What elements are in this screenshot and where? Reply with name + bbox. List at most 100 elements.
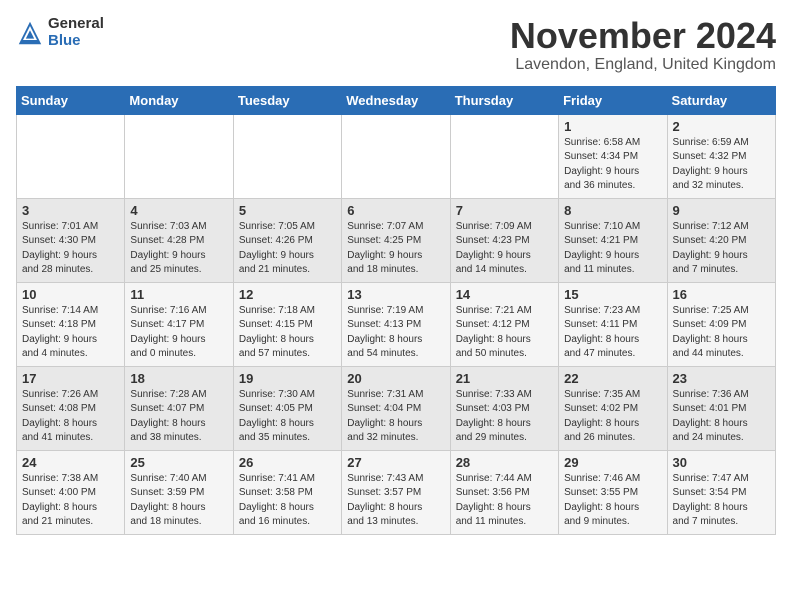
calendar-cell: 5 Sunrise: 7:05 AM Sunset: 4:26 PM Daylig… <box>233 198 341 282</box>
day-info: Sunrise: 7:16 AM Sunset: 4:17 PM Dayligh… <box>130 304 227 362</box>
calendar-table: SundayMondayTuesdayWednesdayThursdayFrid… <box>16 86 776 535</box>
day-info: Sunrise: 7:07 AM Sunset: 4:25 PM Dayligh… <box>347 220 444 278</box>
calendar-cell: 1 Sunrise: 6:58 AM Sunset: 4:34 PM Daylig… <box>559 114 667 198</box>
day-info: Sunrise: 7:44 AM Sunset: 3:56 PM Dayligh… <box>456 472 553 530</box>
calendar-cell: 29Sunrise: 7:46 AM Sunset: 3:55 PM Dayli… <box>559 450 667 534</box>
calendar-week-4: 17 Sunrise: 7:26 AM Sunset: 4:08 PM Dayli… <box>17 366 776 450</box>
day-info: Sunrise: 6:59 AM Sunset: 4:32 PM Dayligh… <box>673 136 770 194</box>
calendar-cell <box>450 114 558 198</box>
header: General Blue November 2024 Lavendon, Eng… <box>16 16 776 74</box>
day-info: Sunrise: 7:31 AM Sunset: 4:04 PM Dayligh… <box>347 388 444 446</box>
calendar-cell: 12Sunrise: 7:18 AM Sunset: 4:15 PM Dayli… <box>233 282 341 366</box>
calendar-cell: 2 Sunrise: 6:59 AM Sunset: 4:32 PM Daylig… <box>667 114 775 198</box>
calendar-week-2: 3Sunrise: 7:01 AM Sunset: 4:30 PM Daylig… <box>17 198 776 282</box>
day-info: Sunrise: 7:14 AM Sunset: 4:18 PM Dayligh… <box>22 304 119 362</box>
day-number: 30 <box>673 455 770 470</box>
calendar-cell: 9 Sunrise: 7:12 AM Sunset: 4:20 PM Daylig… <box>667 198 775 282</box>
day-number: 21 <box>456 371 553 386</box>
calendar-header-row: SundayMondayTuesdayWednesdayThursdayFrid… <box>17 86 776 114</box>
logo-general-text: General <box>48 16 104 33</box>
col-header-tuesday: Tuesday <box>233 86 341 114</box>
day-number: 5 <box>239 203 336 218</box>
day-info: Sunrise: 6:58 AM Sunset: 4:34 PM Dayligh… <box>564 136 661 194</box>
logo-text: General Blue <box>48 16 104 49</box>
day-number: 25 <box>130 455 227 470</box>
location-title: Lavendon, England, United Kingdom <box>510 56 776 74</box>
day-number: 19 <box>239 371 336 386</box>
day-info: Sunrise: 7:25 AM Sunset: 4:09 PM Dayligh… <box>673 304 770 362</box>
day-info: Sunrise: 7:26 AM Sunset: 4:08 PM Dayligh… <box>22 388 119 446</box>
logo-icon <box>16 19 44 47</box>
calendar-cell: 6 Sunrise: 7:07 AM Sunset: 4:25 PM Daylig… <box>342 198 450 282</box>
calendar-cell <box>125 114 233 198</box>
calendar-cell: 17 Sunrise: 7:26 AM Sunset: 4:08 PM Dayli… <box>17 366 125 450</box>
day-number: 6 <box>347 203 444 218</box>
calendar-cell: 28 Sunrise: 7:44 AM Sunset: 3:56 PM Dayli… <box>450 450 558 534</box>
col-header-friday: Friday <box>559 86 667 114</box>
day-info: Sunrise: 7:46 AM Sunset: 3:55 PM Dayligh… <box>564 472 661 530</box>
calendar-body: 1 Sunrise: 6:58 AM Sunset: 4:34 PM Daylig… <box>17 114 776 534</box>
day-info: Sunrise: 7:43 AM Sunset: 3:57 PM Dayligh… <box>347 472 444 530</box>
day-number: 24 <box>22 455 119 470</box>
calendar-cell: 25Sunrise: 7:40 AM Sunset: 3:59 PM Dayli… <box>125 450 233 534</box>
day-number: 16 <box>673 287 770 302</box>
calendar-cell: 3Sunrise: 7:01 AM Sunset: 4:30 PM Daylig… <box>17 198 125 282</box>
col-header-monday: Monday <box>125 86 233 114</box>
day-number: 27 <box>347 455 444 470</box>
day-info: Sunrise: 7:01 AM Sunset: 4:30 PM Dayligh… <box>22 220 119 278</box>
calendar-cell: 18Sunrise: 7:28 AM Sunset: 4:07 PM Dayli… <box>125 366 233 450</box>
calendar-cell: 8 Sunrise: 7:10 AM Sunset: 4:21 PM Daylig… <box>559 198 667 282</box>
calendar-cell: 11 Sunrise: 7:16 AM Sunset: 4:17 PM Dayli… <box>125 282 233 366</box>
month-title: November 2024 <box>510 16 776 56</box>
day-info: Sunrise: 7:03 AM Sunset: 4:28 PM Dayligh… <box>130 220 227 278</box>
logo: General Blue <box>16 16 104 49</box>
calendar-week-5: 24 Sunrise: 7:38 AM Sunset: 4:00 PM Dayli… <box>17 450 776 534</box>
day-info: Sunrise: 7:10 AM Sunset: 4:21 PM Dayligh… <box>564 220 661 278</box>
day-number: 28 <box>456 455 553 470</box>
col-header-sunday: Sunday <box>17 86 125 114</box>
day-number: 20 <box>347 371 444 386</box>
calendar-cell: 21 Sunrise: 7:33 AM Sunset: 4:03 PM Dayli… <box>450 366 558 450</box>
day-info: Sunrise: 7:12 AM Sunset: 4:20 PM Dayligh… <box>673 220 770 278</box>
day-info: Sunrise: 7:05 AM Sunset: 4:26 PM Dayligh… <box>239 220 336 278</box>
calendar-cell: 4Sunrise: 7:03 AM Sunset: 4:28 PM Daylig… <box>125 198 233 282</box>
calendar-cell: 13Sunrise: 7:19 AM Sunset: 4:13 PM Dayli… <box>342 282 450 366</box>
calendar-cell: 24 Sunrise: 7:38 AM Sunset: 4:00 PM Dayli… <box>17 450 125 534</box>
day-info: Sunrise: 7:18 AM Sunset: 4:15 PM Dayligh… <box>239 304 336 362</box>
day-number: 10 <box>22 287 119 302</box>
logo-blue-text: Blue <box>48 33 104 50</box>
day-info: Sunrise: 7:41 AM Sunset: 3:58 PM Dayligh… <box>239 472 336 530</box>
day-number: 7 <box>456 203 553 218</box>
day-info: Sunrise: 7:23 AM Sunset: 4:11 PM Dayligh… <box>564 304 661 362</box>
day-info: Sunrise: 7:19 AM Sunset: 4:13 PM Dayligh… <box>347 304 444 362</box>
calendar-cell: 10 Sunrise: 7:14 AM Sunset: 4:18 PM Dayli… <box>17 282 125 366</box>
day-number: 8 <box>564 203 661 218</box>
day-number: 15 <box>564 287 661 302</box>
day-number: 11 <box>130 287 227 302</box>
day-number: 9 <box>673 203 770 218</box>
day-number: 2 <box>673 119 770 134</box>
day-info: Sunrise: 7:09 AM Sunset: 4:23 PM Dayligh… <box>456 220 553 278</box>
day-info: Sunrise: 7:28 AM Sunset: 4:07 PM Dayligh… <box>130 388 227 446</box>
day-number: 23 <box>673 371 770 386</box>
day-info: Sunrise: 7:33 AM Sunset: 4:03 PM Dayligh… <box>456 388 553 446</box>
day-info: Sunrise: 7:38 AM Sunset: 4:00 PM Dayligh… <box>22 472 119 530</box>
day-number: 1 <box>564 119 661 134</box>
calendar-cell <box>342 114 450 198</box>
col-header-saturday: Saturday <box>667 86 775 114</box>
calendar-cell <box>233 114 341 198</box>
day-info: Sunrise: 7:36 AM Sunset: 4:01 PM Dayligh… <box>673 388 770 446</box>
day-number: 26 <box>239 455 336 470</box>
day-number: 17 <box>22 371 119 386</box>
day-number: 14 <box>456 287 553 302</box>
calendar-cell: 27 Sunrise: 7:43 AM Sunset: 3:57 PM Dayli… <box>342 450 450 534</box>
calendar-cell <box>17 114 125 198</box>
title-area: November 2024 Lavendon, England, United … <box>510 16 776 74</box>
col-header-wednesday: Wednesday <box>342 86 450 114</box>
col-header-thursday: Thursday <box>450 86 558 114</box>
calendar-cell: 26 Sunrise: 7:41 AM Sunset: 3:58 PM Dayli… <box>233 450 341 534</box>
calendar-week-1: 1 Sunrise: 6:58 AM Sunset: 4:34 PM Daylig… <box>17 114 776 198</box>
day-number: 22 <box>564 371 661 386</box>
calendar-cell: 14Sunrise: 7:21 AM Sunset: 4:12 PM Dayli… <box>450 282 558 366</box>
calendar-cell: 20 Sunrise: 7:31 AM Sunset: 4:04 PM Dayli… <box>342 366 450 450</box>
